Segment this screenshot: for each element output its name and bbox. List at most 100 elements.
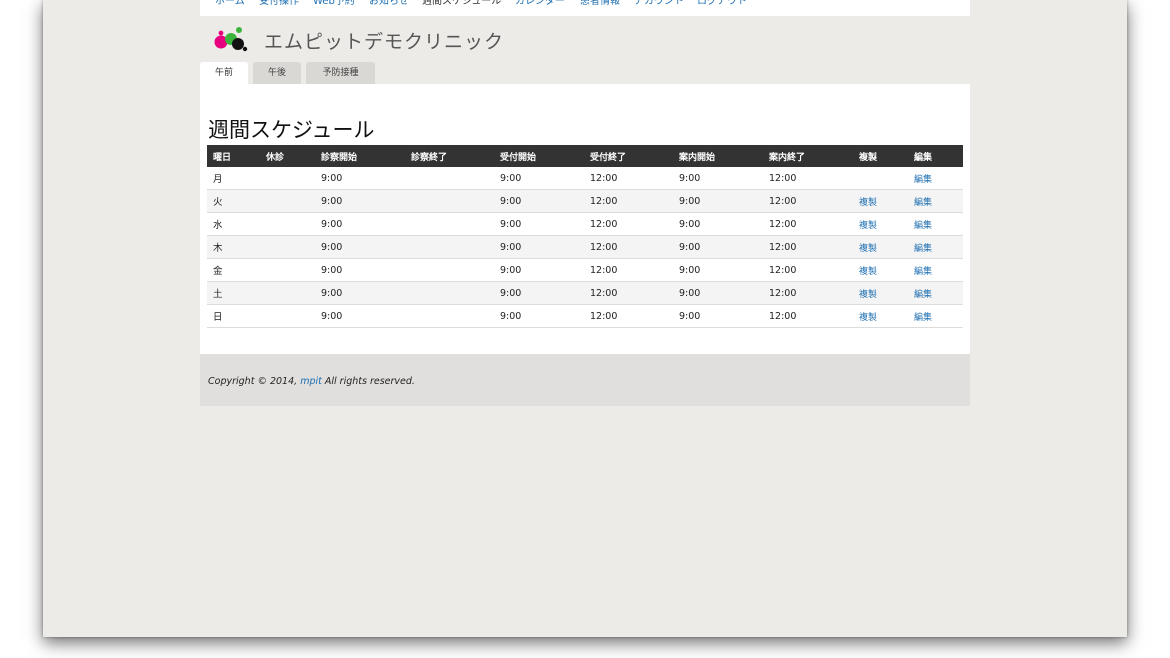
guide-end-cell: 12:00	[763, 235, 853, 259]
tab-morning[interactable]: 午前	[200, 62, 248, 84]
day-cell: 木	[207, 235, 260, 259]
browser-window: ホーム 受付操作 Web予約 お知らせ 週間スケジュール カレンダー 患者情報 …	[43, 0, 1127, 637]
guide-start-cell: 9:00	[673, 167, 763, 190]
exam-start-cell: 9:00	[315, 189, 405, 213]
copy-link[interactable]: 複製	[859, 290, 877, 300]
nav-logout[interactable]: ログアウト	[697, 0, 747, 8]
reception-start-cell: 9:00	[494, 235, 584, 259]
mpit-link[interactable]: mpit	[300, 376, 322, 387]
reception-start-cell: 9:00	[494, 167, 584, 190]
exam-end-cell	[405, 212, 494, 236]
weekly-schedule-table: 曜日 休診 診察開始 診察終了 受付開始 受付終了 案内開始 案内終了 複製 編…	[207, 145, 963, 328]
closed-cell	[260, 167, 315, 190]
page-container: ホーム 受付操作 Web予約 お知らせ 週間スケジュール カレンダー 患者情報 …	[200, 0, 970, 406]
day-cell: 水	[207, 212, 260, 236]
exam-start-cell: 9:00	[315, 304, 405, 328]
col-exam-start: 診察開始	[315, 145, 405, 167]
exam-end-cell	[405, 189, 494, 213]
guide-start-cell: 9:00	[673, 235, 763, 259]
col-closed: 休診	[260, 145, 315, 167]
closed-cell	[260, 235, 315, 259]
exam-end-cell	[405, 235, 494, 259]
edit-cell: 編集	[908, 304, 963, 328]
tab-afternoon[interactable]: 午後	[253, 62, 301, 84]
copy-link[interactable]: 複製	[859, 267, 877, 277]
edit-link[interactable]: 編集	[914, 290, 932, 300]
day-cell: 火	[207, 189, 260, 213]
copy-link[interactable]: 複製	[859, 198, 877, 208]
site-header: エムピットデモクリニック	[200, 16, 970, 68]
table-row: 水 9:00 9:00 12:00 9:00 12:00 複製 編集	[207, 212, 963, 236]
guide-end-cell: 12:00	[763, 258, 853, 282]
copy-link[interactable]: 複製	[859, 313, 877, 323]
copy-link[interactable]: 複製	[859, 244, 877, 254]
table-body: 月 9:00 9:00 12:00 9:00 12:00 編集火 9:00 9:00 12:00 9…	[207, 167, 963, 328]
col-guide-start: 案内開始	[673, 145, 763, 167]
copy-cell	[853, 167, 908, 190]
col-edit: 編集	[908, 145, 963, 167]
exam-start-cell: 9:00	[315, 281, 405, 305]
table-row: 日 9:00 9:00 12:00 9:00 12:00 複製 編集	[207, 304, 963, 328]
reception-start-cell: 9:00	[494, 281, 584, 305]
edit-link[interactable]: 編集	[914, 313, 932, 323]
guide-end-cell: 12:00	[763, 189, 853, 213]
table-row: 金 9:00 9:00 12:00 9:00 12:00 複製 編集	[207, 258, 963, 282]
edit-cell: 編集	[908, 189, 963, 213]
session-tabs: 午前 午後 予防接種	[200, 62, 970, 84]
exam-end-cell	[405, 258, 494, 282]
reception-end-cell: 12:00	[584, 189, 673, 213]
nav-patient-info[interactable]: 患者情報	[580, 0, 620, 8]
exam-start-cell: 9:00	[315, 235, 405, 259]
edit-link[interactable]: 編集	[914, 175, 932, 185]
copy-cell: 複製	[853, 189, 908, 213]
edit-link[interactable]: 編集	[914, 221, 932, 231]
guide-end-cell: 12:00	[763, 212, 853, 236]
day-cell: 金	[207, 258, 260, 282]
edit-link[interactable]: 編集	[914, 267, 932, 277]
table-row: 火 9:00 9:00 12:00 9:00 12:00 複製 編集	[207, 189, 963, 213]
exam-end-cell	[405, 281, 494, 305]
closed-cell	[260, 189, 315, 213]
clinic-logo-icon[interactable]	[214, 26, 250, 52]
reception-end-cell: 12:00	[584, 304, 673, 328]
nav-home[interactable]: ホーム	[215, 0, 245, 8]
copyright-prefix: Copyright © 2014,	[208, 376, 301, 387]
reception-start-cell: 9:00	[494, 258, 584, 282]
nav-web-reservation[interactable]: Web予約	[313, 0, 355, 8]
guide-start-cell: 9:00	[673, 189, 763, 213]
col-day: 曜日	[207, 145, 260, 167]
reception-start-cell: 9:00	[494, 189, 584, 213]
copy-cell: 複製	[853, 281, 908, 305]
copy-link[interactable]: 複製	[859, 221, 877, 231]
guide-end-cell: 12:00	[763, 281, 853, 305]
guide-start-cell: 9:00	[673, 212, 763, 236]
nav-notices[interactable]: お知らせ	[369, 0, 409, 8]
col-exam-end: 診察終了	[405, 145, 494, 167]
edit-link[interactable]: 編集	[914, 198, 932, 208]
edit-cell: 編集	[908, 258, 963, 282]
col-guide-end: 案内終了	[763, 145, 853, 167]
closed-cell	[260, 258, 315, 282]
tab-vaccination[interactable]: 予防接種	[306, 62, 375, 84]
nav-reception[interactable]: 受付操作	[259, 0, 299, 8]
guide-end-cell: 12:00	[763, 304, 853, 328]
nav-account[interactable]: アカウント	[634, 0, 684, 8]
edit-link[interactable]: 編集	[914, 244, 932, 254]
site-footer: Copyright © 2014, mpit All rights reserv…	[200, 354, 970, 406]
edit-cell: 編集	[908, 235, 963, 259]
table-row: 木 9:00 9:00 12:00 9:00 12:00 複製 編集	[207, 235, 963, 259]
reception-end-cell: 12:00	[584, 281, 673, 305]
reception-end-cell: 12:00	[584, 235, 673, 259]
table-row: 月 9:00 9:00 12:00 9:00 12:00 編集	[207, 167, 963, 190]
copy-cell: 複製	[853, 258, 908, 282]
nav-calendar[interactable]: カレンダー	[515, 0, 565, 8]
col-reception-end: 受付終了	[584, 145, 673, 167]
day-cell: 月	[207, 167, 260, 190]
nav-weekly-schedule[interactable]: 週間スケジュール	[422, 0, 501, 8]
reception-end-cell: 12:00	[584, 167, 673, 190]
closed-cell	[260, 212, 315, 236]
day-cell: 土	[207, 281, 260, 305]
exam-end-cell	[405, 167, 494, 190]
reception-start-cell: 9:00	[494, 304, 584, 328]
main-content: 週間スケジュール 曜日 休診 診察開始 診察終了 受付開始 受付終了 案内開始 …	[200, 84, 970, 354]
